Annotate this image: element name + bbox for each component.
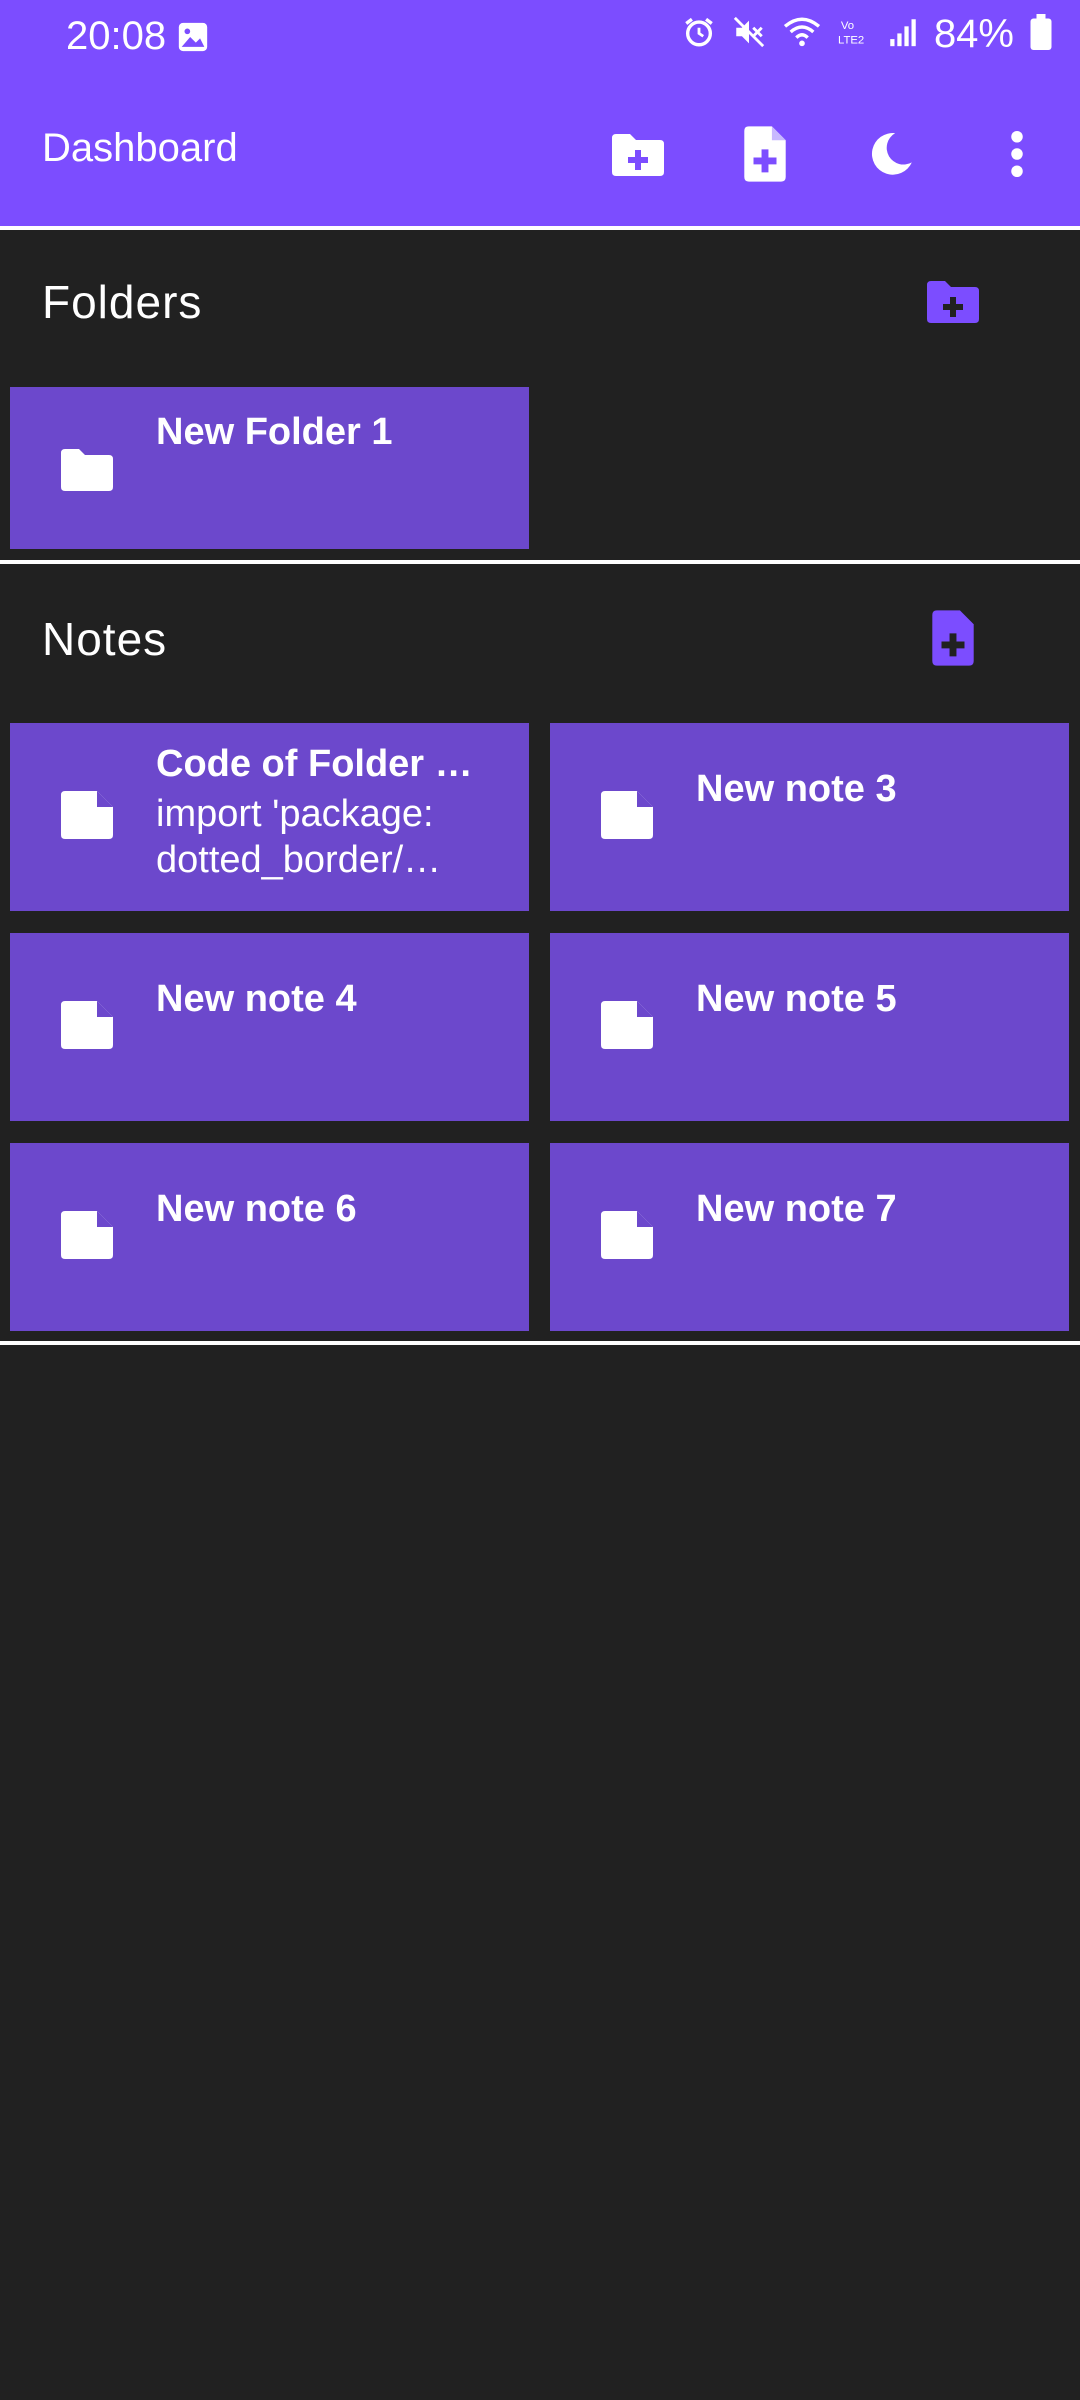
note-tile[interactable]: New note 3: [550, 723, 1069, 911]
folders-section-title: Folders: [42, 276, 203, 328]
note-tile[interactable]: Code of Folder … import 'package: dotted…: [10, 723, 529, 911]
note-preview-line: import 'package:: [156, 793, 434, 835]
top-app-bar: 20:08 Vo LTE2 84% Dashboard: [0, 0, 1080, 227]
wifi-icon: [782, 15, 822, 54]
notes-section-title: Notes: [42, 613, 168, 665]
note-preview: import 'package: dotted_border/…: [156, 791, 486, 883]
note-icon: [598, 1001, 660, 1055]
create-folder-button[interactable]: [598, 116, 678, 196]
add-note-icon: [930, 609, 976, 671]
page-title: Dashboard: [42, 126, 238, 170]
note-preview-line: dotted_border/…: [156, 839, 442, 881]
note-title: New note 7: [696, 1188, 897, 1230]
note-title: New note 5: [696, 978, 897, 1020]
divider: [0, 1341, 1080, 1345]
note-title: New note 4: [156, 978, 357, 1020]
more-options-button[interactable]: [977, 116, 1057, 196]
note-icon: [58, 1211, 120, 1265]
note-title: New note 3: [696, 768, 897, 810]
alarm-icon: [682, 15, 716, 54]
folder-name: New Folder 1: [156, 411, 393, 453]
status-time: 20:08: [66, 14, 167, 58]
folder-icon: [58, 445, 120, 499]
gallery-icon: [176, 20, 210, 59]
mute-icon: [732, 15, 766, 54]
more-options-icon: [1010, 130, 1024, 182]
note-icon: [598, 1211, 660, 1265]
battery-icon: [1030, 14, 1052, 55]
note-tile[interactable]: New note 5: [550, 933, 1069, 1121]
svg-text:LTE2: LTE2: [838, 34, 864, 46]
add-note-button[interactable]: [908, 595, 998, 685]
note-tile[interactable]: New note 6: [10, 1143, 529, 1331]
note-title: New note 6: [156, 1188, 357, 1230]
create-note-button[interactable]: [725, 116, 805, 196]
signal-icon: [888, 15, 918, 54]
dark-mode-icon: [866, 129, 916, 184]
note-tile[interactable]: New note 4: [10, 933, 529, 1121]
create-note-icon: [742, 125, 788, 187]
create-folder-icon: [610, 130, 666, 183]
divider: [0, 560, 1080, 564]
status-icons: Vo LTE2 84%: [682, 12, 1052, 57]
divider: [0, 226, 1080, 230]
note-icon: [58, 1001, 120, 1055]
battery-percentage: 84%: [933, 12, 1014, 56]
add-folder-button[interactable]: [908, 258, 998, 348]
dark-mode-toggle[interactable]: [851, 116, 931, 196]
status-bar: 20:08 Vo LTE2 84%: [0, 0, 1080, 80]
folder-tile[interactable]: New Folder 1: [10, 387, 529, 549]
volte-icon: Vo LTE2: [838, 15, 872, 54]
svg-text:Vo: Vo: [841, 20, 854, 32]
note-title: Code of Folder …: [156, 743, 473, 785]
note-icon: [58, 791, 120, 845]
note-tile[interactable]: New note 7: [550, 1143, 1069, 1331]
add-folder-icon: [925, 277, 981, 330]
note-icon: [598, 791, 660, 845]
